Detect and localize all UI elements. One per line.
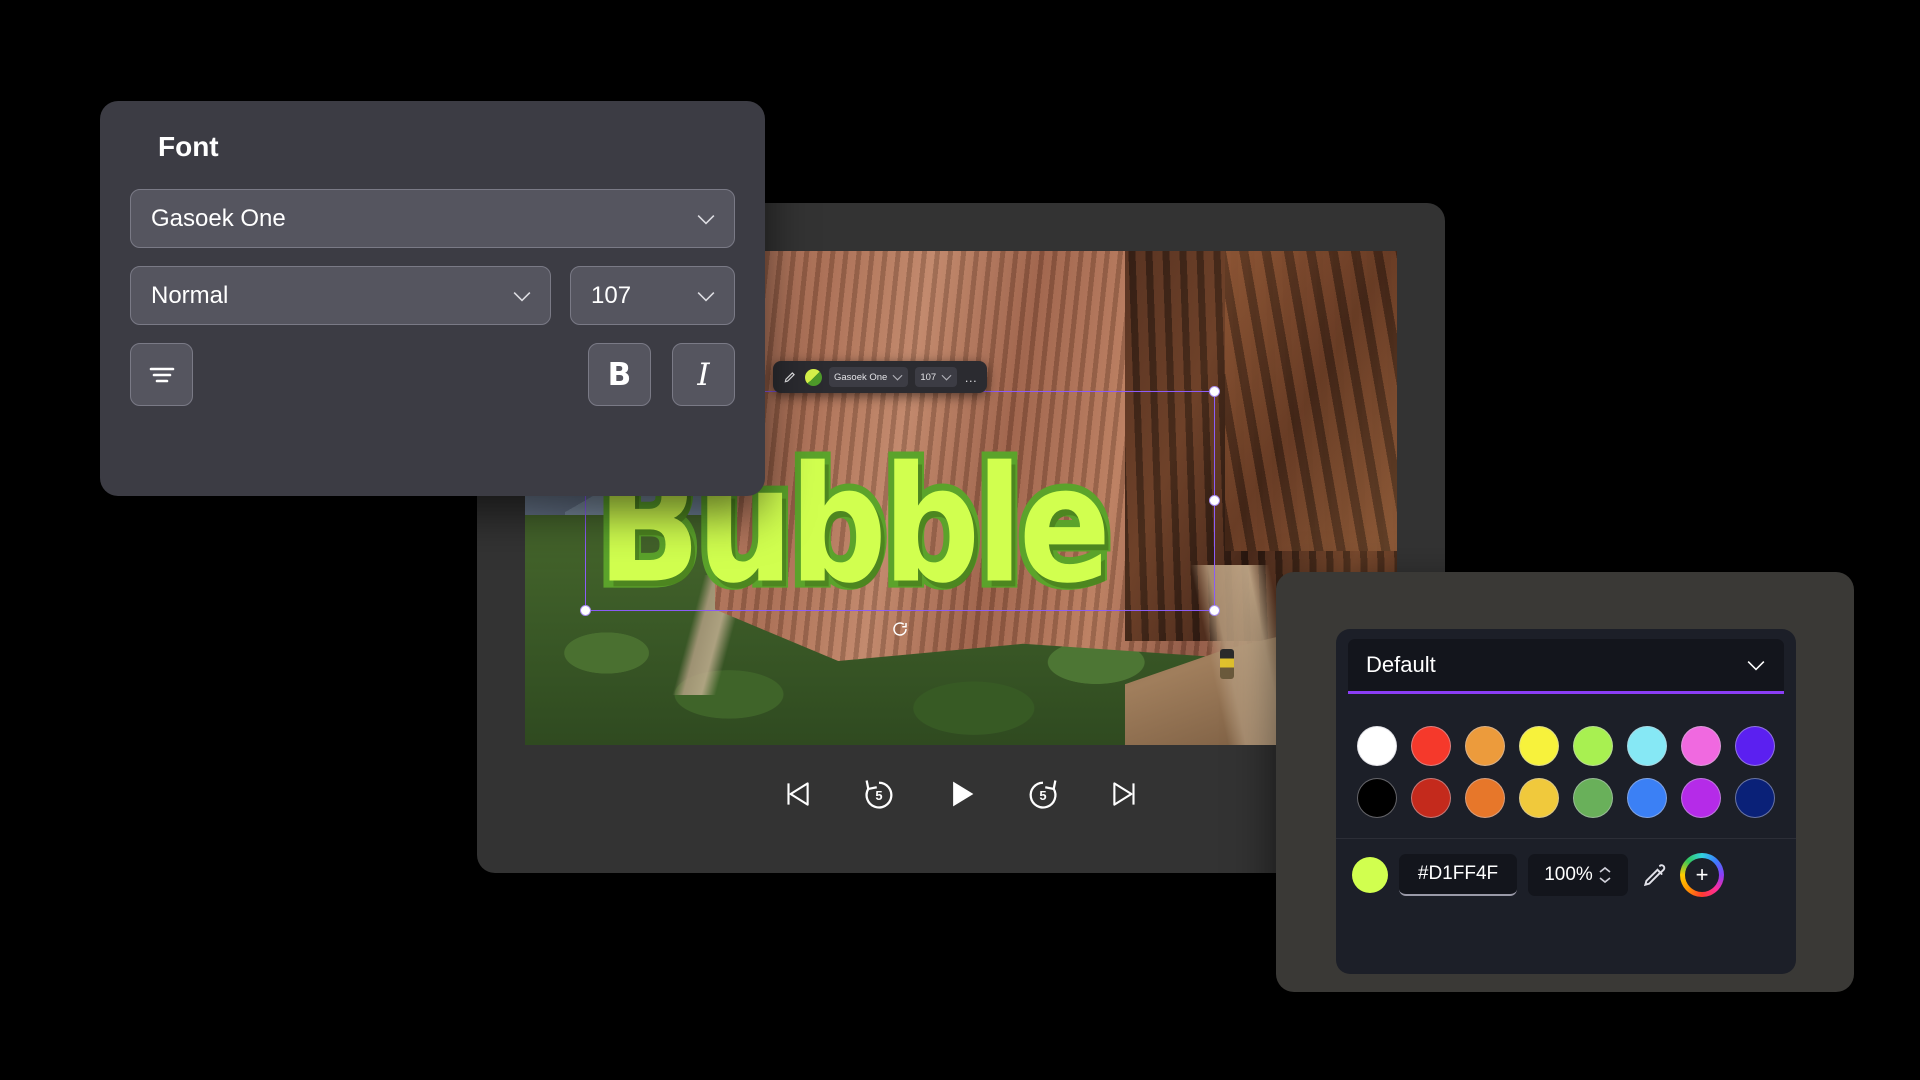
hiker (1220, 649, 1234, 679)
play-button[interactable] (940, 773, 982, 815)
color-swatch-pink[interactable] (1681, 726, 1721, 766)
hex-value: #D1FF4F (1417, 863, 1499, 884)
chevron-down-icon (513, 291, 531, 302)
text-color-swatch[interactable] (805, 368, 822, 386)
color-swatch-blue[interactable] (1627, 778, 1667, 818)
pencil-icon[interactable] (782, 369, 798, 385)
font-settings-panel: Font Gasoek One Normal 107 B I (100, 101, 765, 496)
color-swatch-green[interactable] (1573, 778, 1613, 818)
color-swatch-dark-red[interactable] (1411, 778, 1451, 818)
font-size-select[interactable]: 107 (570, 266, 735, 325)
font-family-value: Gasoek One (151, 204, 286, 232)
svg-text:5: 5 (875, 788, 882, 803)
mini-font-size-value: 107 (920, 371, 937, 383)
chevron-down-icon (697, 291, 715, 302)
mini-font-family-select[interactable]: Gasoek One (829, 367, 909, 387)
color-swatch-white[interactable] (1357, 726, 1397, 766)
text-align-button[interactable] (130, 343, 193, 406)
hex-input[interactable]: #D1FF4F (1399, 854, 1517, 896)
color-preset-value: Default (1366, 652, 1436, 677)
color-swatch-violet[interactable] (1735, 726, 1775, 766)
forward-5-button[interactable]: 5 (1022, 773, 1064, 815)
panel-title: Font (158, 131, 219, 162)
chevron-down-icon (892, 374, 903, 381)
color-swatch-magenta[interactable] (1681, 778, 1721, 818)
font-size-value: 107 (591, 281, 632, 309)
bold-button[interactable]: B (588, 343, 651, 406)
skip-to-start-button[interactable] (776, 773, 818, 815)
opacity-input[interactable]: 100% (1528, 854, 1628, 896)
color-swatch-lime[interactable] (1573, 726, 1613, 766)
eyedropper-icon[interactable] (1639, 860, 1669, 890)
color-swatch-red[interactable] (1411, 726, 1451, 766)
skip-to-end-button[interactable] (1104, 773, 1146, 815)
canyon-cliff-right (1225, 251, 1397, 551)
more-options-button[interactable]: … (964, 371, 978, 384)
color-swatch-navy[interactable] (1735, 778, 1775, 818)
mini-font-size-select[interactable]: 107 (915, 367, 958, 387)
font-weight-select[interactable]: Normal (130, 266, 551, 325)
font-family-select[interactable]: Gasoek One (130, 189, 735, 248)
add-color-button[interactable]: + (1680, 853, 1724, 897)
opacity-value: 100% (1544, 864, 1593, 885)
svg-text:5: 5 (1039, 788, 1046, 803)
color-controls-row: #D1FF4F 100% + (1336, 839, 1796, 897)
floating-text-toolbar: Gasoek One 107 … (773, 361, 988, 393)
screen-root: Bubble Gasoek One 107 … 5 5 Font Gasoek … (0, 0, 1920, 1080)
color-picker-panel: Default #D1FF4F 100% + (1276, 572, 1854, 992)
color-swatch-cyan[interactable] (1627, 726, 1667, 766)
color-swatch-gold[interactable] (1519, 778, 1559, 818)
font-weight-value: Normal (151, 281, 229, 309)
chevron-down-icon (1747, 661, 1765, 671)
italic-button[interactable]: I (672, 343, 735, 406)
chevron-down-icon (697, 214, 715, 225)
mini-font-family-value: Gasoek One (834, 371, 888, 383)
color-picker-body: Default #D1FF4F 100% + (1336, 629, 1796, 974)
color-swatch-yellow[interactable] (1519, 726, 1559, 766)
rewind-5-button[interactable]: 5 (858, 773, 900, 815)
chevron-down-icon (941, 374, 952, 381)
add-icon: + (1685, 858, 1719, 892)
align-center-icon (149, 367, 174, 382)
stepper-up-down-icon[interactable] (1598, 866, 1612, 884)
current-color-preview[interactable] (1352, 857, 1388, 893)
color-preset-select[interactable]: Default (1348, 639, 1784, 691)
color-swatch-orange[interactable] (1465, 726, 1505, 766)
color-swatch-black[interactable] (1357, 778, 1397, 818)
color-swatch-dark-orange[interactable] (1465, 778, 1505, 818)
color-swatch-grid (1336, 694, 1796, 824)
